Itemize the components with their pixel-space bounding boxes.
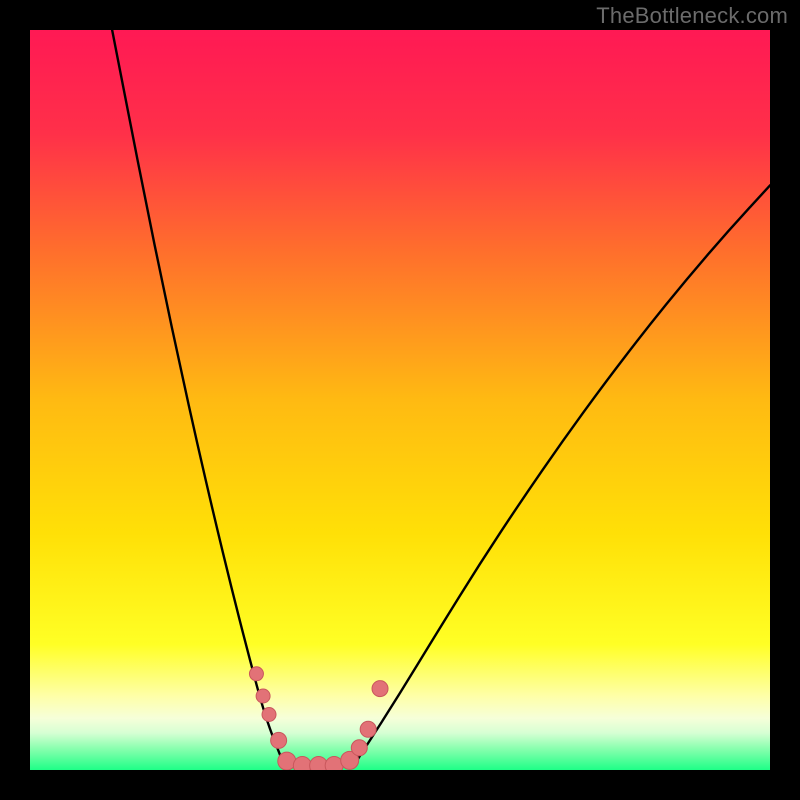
data-dot: [262, 708, 276, 722]
data-dot: [372, 681, 388, 697]
gradient-bg: [30, 30, 770, 770]
data-dot: [271, 732, 287, 748]
data-dot: [293, 757, 311, 770]
data-dot: [310, 757, 328, 770]
chart-svg: [30, 30, 770, 770]
chart-frame: TheBottleneck.com: [0, 0, 800, 800]
watermark-text: TheBottleneck.com: [596, 3, 788, 29]
data-dot: [249, 667, 263, 681]
data-dot: [360, 721, 376, 737]
data-dot: [351, 740, 367, 756]
plot-area: [30, 30, 770, 770]
data-dot: [256, 689, 270, 703]
